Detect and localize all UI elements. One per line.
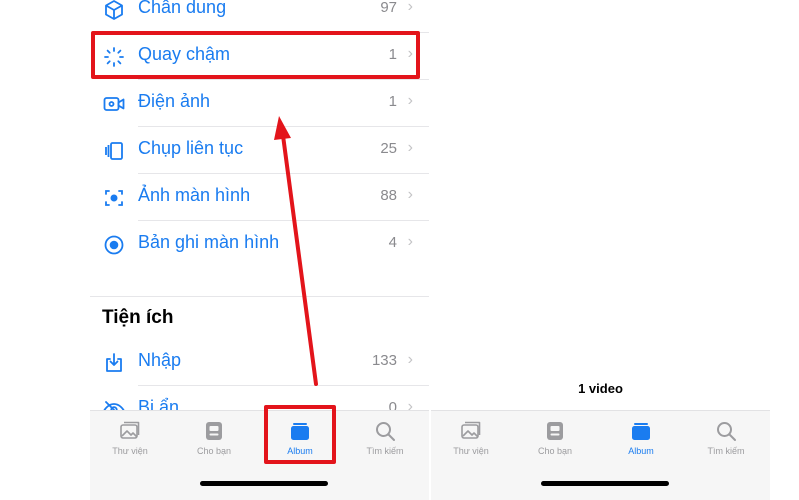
tab-for-you[interactable]: Cho bạn — [519, 419, 591, 463]
album-icon — [629, 419, 653, 443]
tab-label: Album — [628, 446, 654, 456]
cube-icon — [102, 0, 126, 22]
chevron-right-icon: › — [407, 0, 413, 15]
chevron-right-icon: › — [407, 92, 413, 109]
screenshot-icon — [102, 186, 126, 210]
right-phone-screen: 1 video Thư viện Cho bạn Album Tìm kiếm — [431, 0, 770, 500]
highlight-box-album-tab — [264, 405, 336, 464]
album-row-burst[interactable]: Chụp liên tục 25 › — [90, 127, 429, 174]
album-count: 97 — [380, 0, 397, 16]
tab-label: Cho bạn — [537, 446, 573, 456]
burst-icon — [102, 139, 126, 163]
tab-library[interactable]: Thư viện — [94, 419, 166, 463]
album-label: Ảnh màn hình — [138, 185, 251, 205]
tab-label: Thư viện — [453, 446, 489, 456]
album-row-screenshots[interactable]: Ảnh màn hình 88 › — [90, 174, 429, 221]
home-indicator[interactable] — [200, 481, 328, 486]
chevron-right-icon: › — [407, 186, 413, 203]
album-label: Chụp liên tục — [138, 138, 244, 158]
tab-search[interactable]: Tìm kiếm — [690, 419, 762, 463]
album-row-import[interactable]: Nhập 133 › — [90, 339, 429, 386]
album-label: Chân dung — [138, 0, 227, 17]
video-count-label: 1 video — [578, 381, 623, 396]
cinematic-icon — [102, 92, 126, 116]
import-icon — [102, 351, 126, 375]
tab-album[interactable]: Album — [605, 419, 677, 463]
album-count: 133 — [371, 352, 397, 369]
album-row-portrait[interactable]: Chân dung 97 › — [90, 0, 429, 33]
album-count: 88 — [380, 187, 397, 204]
utilities-section-title: Tiện ích — [102, 307, 174, 328]
tab-for-you[interactable]: Cho bạn — [178, 419, 250, 463]
tab-label: Tìm kiếm — [707, 446, 745, 456]
album-count: 1 — [388, 93, 397, 110]
album-row-cinematic[interactable]: Điện ảnh 1 › — [90, 80, 429, 127]
home-indicator[interactable] — [541, 481, 669, 486]
album-count: 4 — [388, 234, 397, 251]
chevron-right-icon: › — [407, 139, 413, 156]
tab-bar: Thư viện Cho bạn Album Tìm kiếm — [431, 410, 770, 500]
photo-library-icon — [459, 419, 483, 443]
tab-bar: Thư viện Cho bạn Album Tìm kiếm — [90, 410, 429, 500]
album-label: Điện ảnh — [138, 91, 211, 111]
tab-library[interactable]: Thư viện — [435, 419, 507, 463]
tab-label: Cho bạn — [196, 446, 232, 456]
photo-library-icon — [118, 419, 142, 443]
album-row-screen-recordings[interactable]: Bản ghi màn hình 4 › — [90, 221, 429, 268]
search-icon — [373, 419, 397, 443]
chevron-right-icon: › — [407, 233, 413, 250]
section-divider — [90, 296, 429, 297]
chevron-right-icon: › — [407, 351, 413, 368]
tab-label: Thư viện — [112, 446, 148, 456]
screen-recording-icon — [102, 233, 126, 257]
album-count: 25 — [380, 140, 397, 157]
for-you-icon — [202, 419, 226, 443]
search-icon — [714, 419, 738, 443]
highlight-box-slowmo — [91, 31, 420, 79]
tab-search[interactable]: Tìm kiếm — [349, 419, 421, 463]
album-label: Bản ghi màn hình — [138, 232, 280, 252]
for-you-icon — [543, 419, 567, 443]
album-label: Nhập — [138, 350, 182, 370]
tab-label: Tìm kiếm — [366, 446, 404, 456]
